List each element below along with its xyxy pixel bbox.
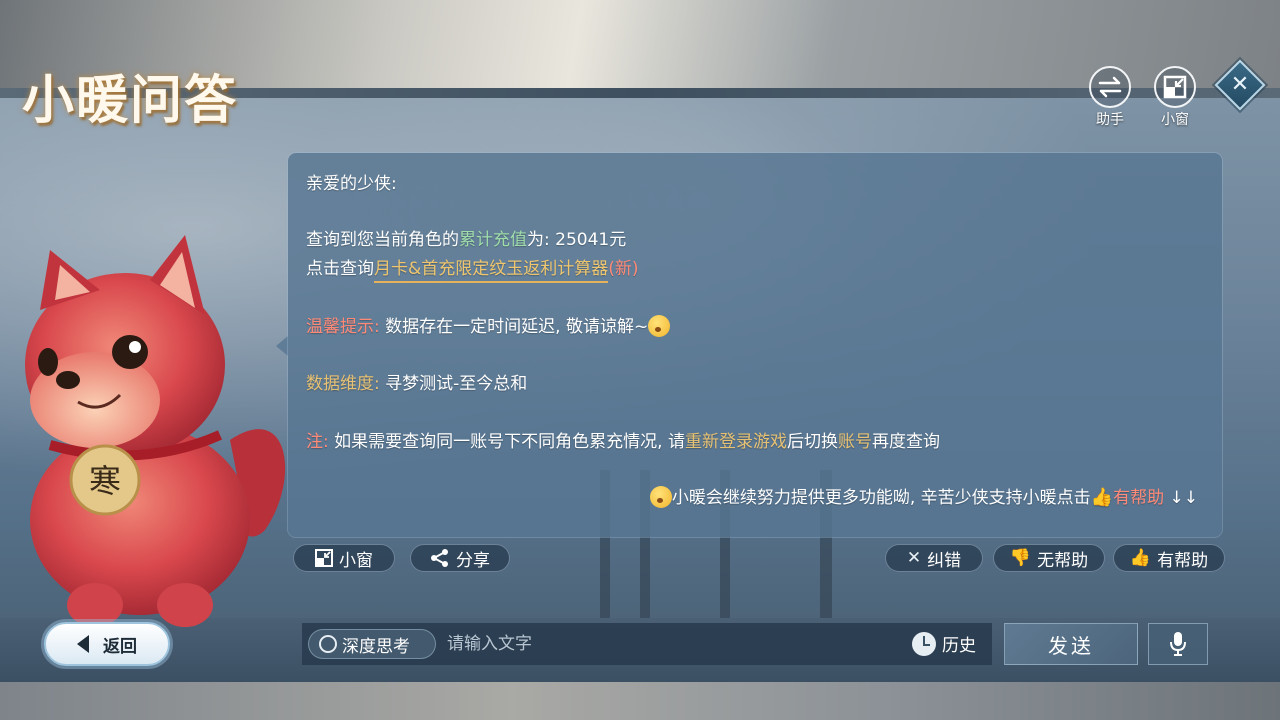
- panel-pointer: [276, 336, 288, 356]
- deep-think-toggle[interactable]: 深度思考: [308, 629, 436, 659]
- tip-text: 数据存在一定时间延迟, 敬请谅解~: [385, 317, 649, 337]
- back-button-label: 返回: [103, 636, 137, 657]
- closing-helpful: 有帮助: [1113, 488, 1165, 508]
- thumbs-down-icon: 👎: [1009, 548, 1032, 568]
- mini-window-label: 小窗: [1161, 112, 1189, 128]
- history-button[interactable]: 历史: [912, 631, 976, 656]
- closing-text: 小暖会继续努力提供更多功能呦, 辛苦少侠支持小暖点击: [671, 488, 1091, 508]
- share-button[interactable]: 分享: [410, 544, 510, 572]
- app-title: 小暖问答: [22, 70, 239, 131]
- swap-arrows-icon: [1089, 66, 1131, 108]
- x-icon: ✕: [906, 548, 922, 568]
- back-button[interactable]: 返回: [44, 622, 170, 666]
- minimize-window-icon: [1154, 66, 1196, 108]
- calculator-link-text: 月卡&首充限定纹玉返利计算器: [374, 259, 609, 279]
- minimize-window-icon: [315, 549, 333, 567]
- assistant-label: 助手: [1096, 112, 1124, 128]
- mini-window-button-label: 小窗: [339, 550, 373, 571]
- question-input[interactable]: [447, 631, 877, 657]
- correct-button[interactable]: ✕ 纠错: [885, 544, 983, 572]
- share-icon: [431, 549, 448, 567]
- not-helpful-button-label: 无帮助: [1037, 550, 1089, 571]
- share-button-label: 分享: [456, 550, 490, 571]
- deep-think-label: 深度思考: [342, 636, 410, 657]
- mascot-tag-text: 寒: [89, 462, 121, 500]
- recharge-amount: 为: 25041元: [527, 230, 627, 250]
- mini-window-button[interactable]: 小窗: [293, 544, 395, 572]
- answer-panel: 亲爱的少侠: 查询到您当前角色的累计充值为: 25041元 点击查询月卡&首充限…: [288, 153, 1222, 537]
- radio-circle-icon: [319, 635, 337, 653]
- microphone-icon: [1170, 632, 1186, 656]
- not-helpful-button[interactable]: 👎 无帮助: [993, 544, 1105, 572]
- helpful-button[interactable]: 👍 有帮助: [1113, 544, 1225, 572]
- helpful-button-label: 有帮助: [1157, 550, 1209, 571]
- new-badge: (新): [608, 259, 639, 279]
- greeting-text: 亲爱的少侠:: [306, 174, 397, 194]
- dimension-line: 数据维度: 寻梦测试-至今总和: [306, 369, 527, 394]
- note-text-3: 再度查询: [871, 432, 940, 452]
- note-text-1: 如果需要查询同一账号下不同角色累充情况, 请: [334, 432, 685, 452]
- mascot-dog-image: 寒: [25, 235, 286, 627]
- dimension-text: 寻梦测试-至今总和: [385, 374, 528, 394]
- calculator-link[interactable]: 月卡&首充限定纹玉返利计算器: [374, 259, 609, 283]
- note-label: 注:: [306, 432, 329, 452]
- assistant-button[interactable]: 助手: [1085, 66, 1135, 129]
- kiss-emoji-icon: [649, 486, 672, 508]
- send-button-label: 发送: [1048, 633, 1094, 658]
- thumbs-up-icon: 👍: [1129, 548, 1152, 568]
- calculator-line: 点击查询月卡&首充限定纹玉返利计算器(新): [306, 254, 639, 283]
- send-button[interactable]: 发送: [1004, 623, 1138, 665]
- down-arrows: ↓↓: [1169, 488, 1199, 508]
- note-line: 注: 如果需要查询同一账号下不同角色累充情况, 请重新登录游戏后切换账号再度查询: [306, 427, 940, 452]
- account-highlight: 账号: [837, 432, 872, 452]
- tip-line: 温馨提示: 数据存在一定时间延迟, 敬请谅解~: [306, 312, 671, 337]
- background-floor: [0, 682, 1280, 720]
- back-arrow-icon: [77, 635, 89, 653]
- thumbs-up-emoji-icon: 👍: [1090, 487, 1114, 508]
- microphone-button[interactable]: [1148, 623, 1208, 665]
- click-prefix: 点击查询: [306, 259, 374, 279]
- relogin-highlight: 重新登录游戏: [684, 432, 787, 452]
- input-bar: 深度思考 历史: [302, 623, 992, 665]
- note-text-2: 后切换: [786, 432, 838, 452]
- close-x-icon: ✕: [1230, 72, 1250, 97]
- dimension-label: 数据维度:: [306, 374, 380, 394]
- query-result-line: 查询到您当前角色的累计充值为: 25041元: [306, 225, 626, 250]
- kiss-emoji-icon: [648, 315, 671, 337]
- closing-line: 小暖会继续努力提供更多功能呦, 辛苦少侠支持小暖点击👍有帮助 ↓↓: [649, 483, 1199, 508]
- mini-window-top-button[interactable]: 小窗: [1150, 66, 1200, 129]
- recharge-highlight: 累计充值: [459, 230, 527, 250]
- correct-button-label: 纠错: [927, 550, 962, 571]
- tip-label: 温馨提示:: [306, 317, 380, 337]
- clock-icon: [912, 631, 936, 656]
- history-label: 历史: [942, 636, 976, 656]
- query-prefix: 查询到您当前角色的: [306, 230, 459, 250]
